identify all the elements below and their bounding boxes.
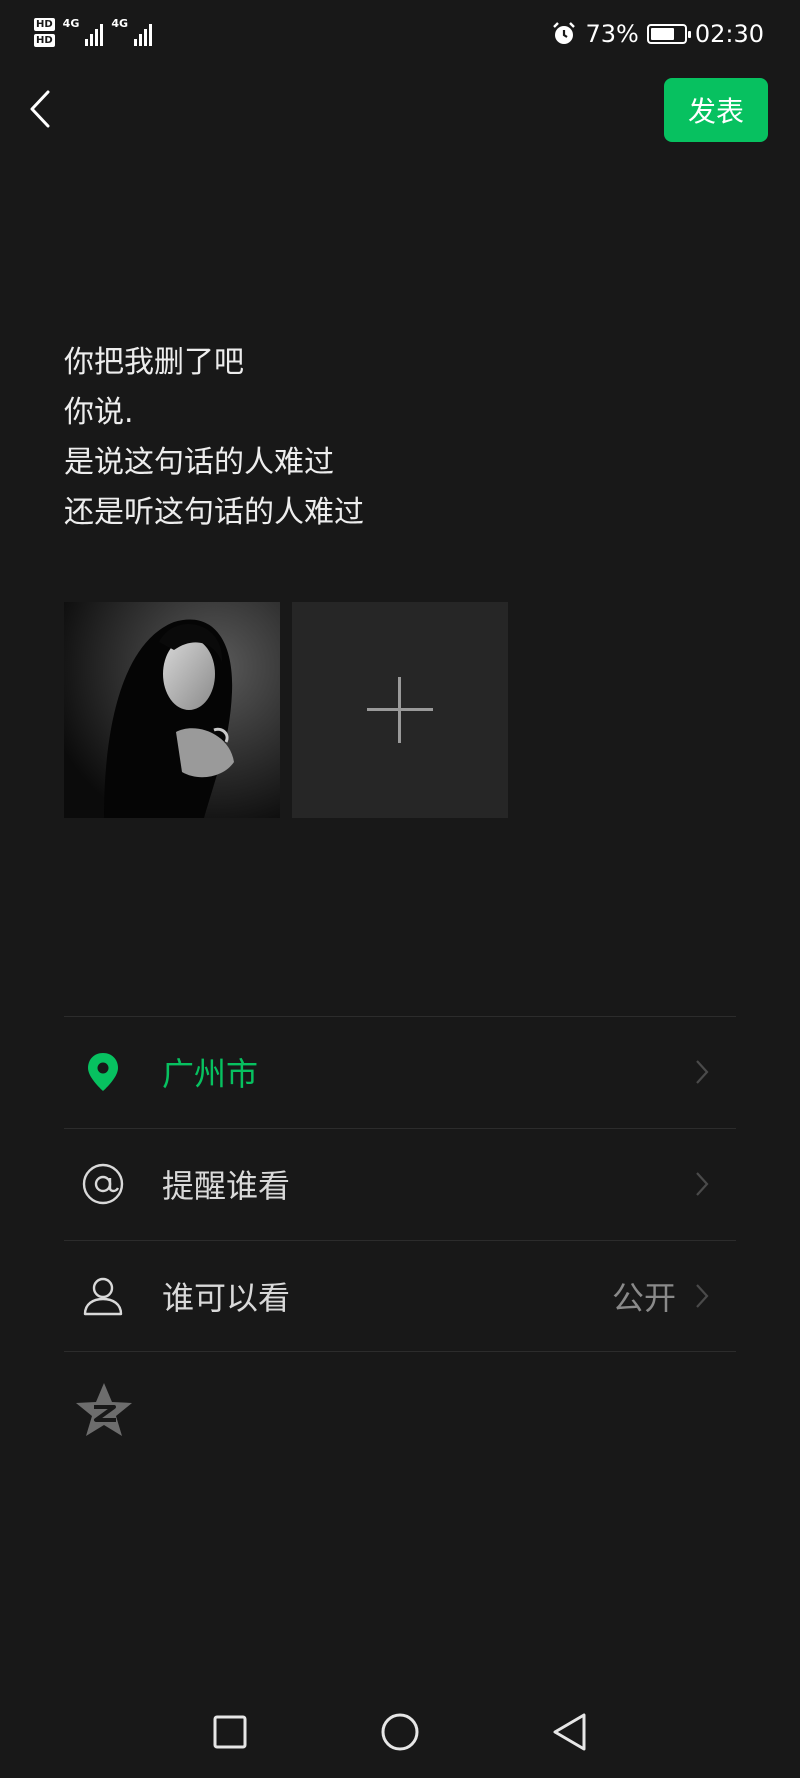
publish-button[interactable]: 发表 xyxy=(664,78,768,142)
battery-icon xyxy=(646,24,691,44)
qzone-share-button[interactable] xyxy=(74,1380,134,1440)
post-line: 你把我删了吧 xyxy=(64,345,244,380)
alarm-clock-icon xyxy=(553,22,576,44)
location-label: 广州市 xyxy=(162,1055,259,1093)
chevron-right-icon xyxy=(696,1284,709,1308)
post-line: 还是听这句话的人难过 xyxy=(64,495,364,530)
qzone-star-icon xyxy=(76,1383,132,1436)
nav-back-button[interactable] xyxy=(540,1702,600,1762)
photo-image xyxy=(64,602,280,818)
chevron-left-icon xyxy=(30,90,50,128)
battery-percent: 73% xyxy=(585,20,639,48)
sim1-hd-badge: HD xyxy=(34,18,55,31)
sim2-hd-badge: HD xyxy=(34,34,55,47)
system-nav-bar xyxy=(0,1690,800,1778)
clock-time: 02:30 xyxy=(694,20,764,48)
square-icon xyxy=(213,1715,247,1749)
triangle-back-icon xyxy=(553,1713,586,1751)
visibility-row[interactable]: 谁可以看 公开 xyxy=(64,1240,736,1352)
visibility-value: 公开 xyxy=(611,1279,676,1317)
recent-apps-button[interactable] xyxy=(200,1702,260,1762)
network-type-1: 4G xyxy=(62,17,80,30)
chevron-right-icon xyxy=(696,1060,709,1084)
signal-strength-icon xyxy=(85,18,104,46)
remind-label: 提醒谁看 xyxy=(162,1167,291,1205)
person-icon xyxy=(83,1277,123,1316)
at-sign-icon xyxy=(82,1163,124,1205)
chevron-right-icon xyxy=(696,1172,709,1196)
signal-group: HD HD 4G 4G xyxy=(34,17,153,47)
post-line: 你说. xyxy=(64,395,134,430)
visibility-label: 谁可以看 xyxy=(162,1279,291,1317)
circle-icon xyxy=(381,1713,419,1751)
signal-strength-icon xyxy=(134,18,153,46)
home-button[interactable] xyxy=(370,1702,430,1762)
status-bar: HD HD 4G 4G 73% 02:30 xyxy=(0,0,800,72)
post-line: 是说这句话的人难过 xyxy=(64,445,334,480)
remind-row[interactable]: 提醒谁看 xyxy=(64,1128,736,1239)
selected-photo[interactable] xyxy=(64,602,280,818)
location-pin-icon xyxy=(88,1053,118,1091)
post-text[interactable]: 你把我删了吧 你说. 是说这句话的人难过 还是听这句话的人难过 xyxy=(64,338,704,538)
network-type-2: 4G xyxy=(111,17,129,30)
add-photo-button[interactable] xyxy=(292,602,508,818)
back-button[interactable] xyxy=(26,88,56,130)
location-row[interactable]: 广州市 xyxy=(64,1016,736,1127)
